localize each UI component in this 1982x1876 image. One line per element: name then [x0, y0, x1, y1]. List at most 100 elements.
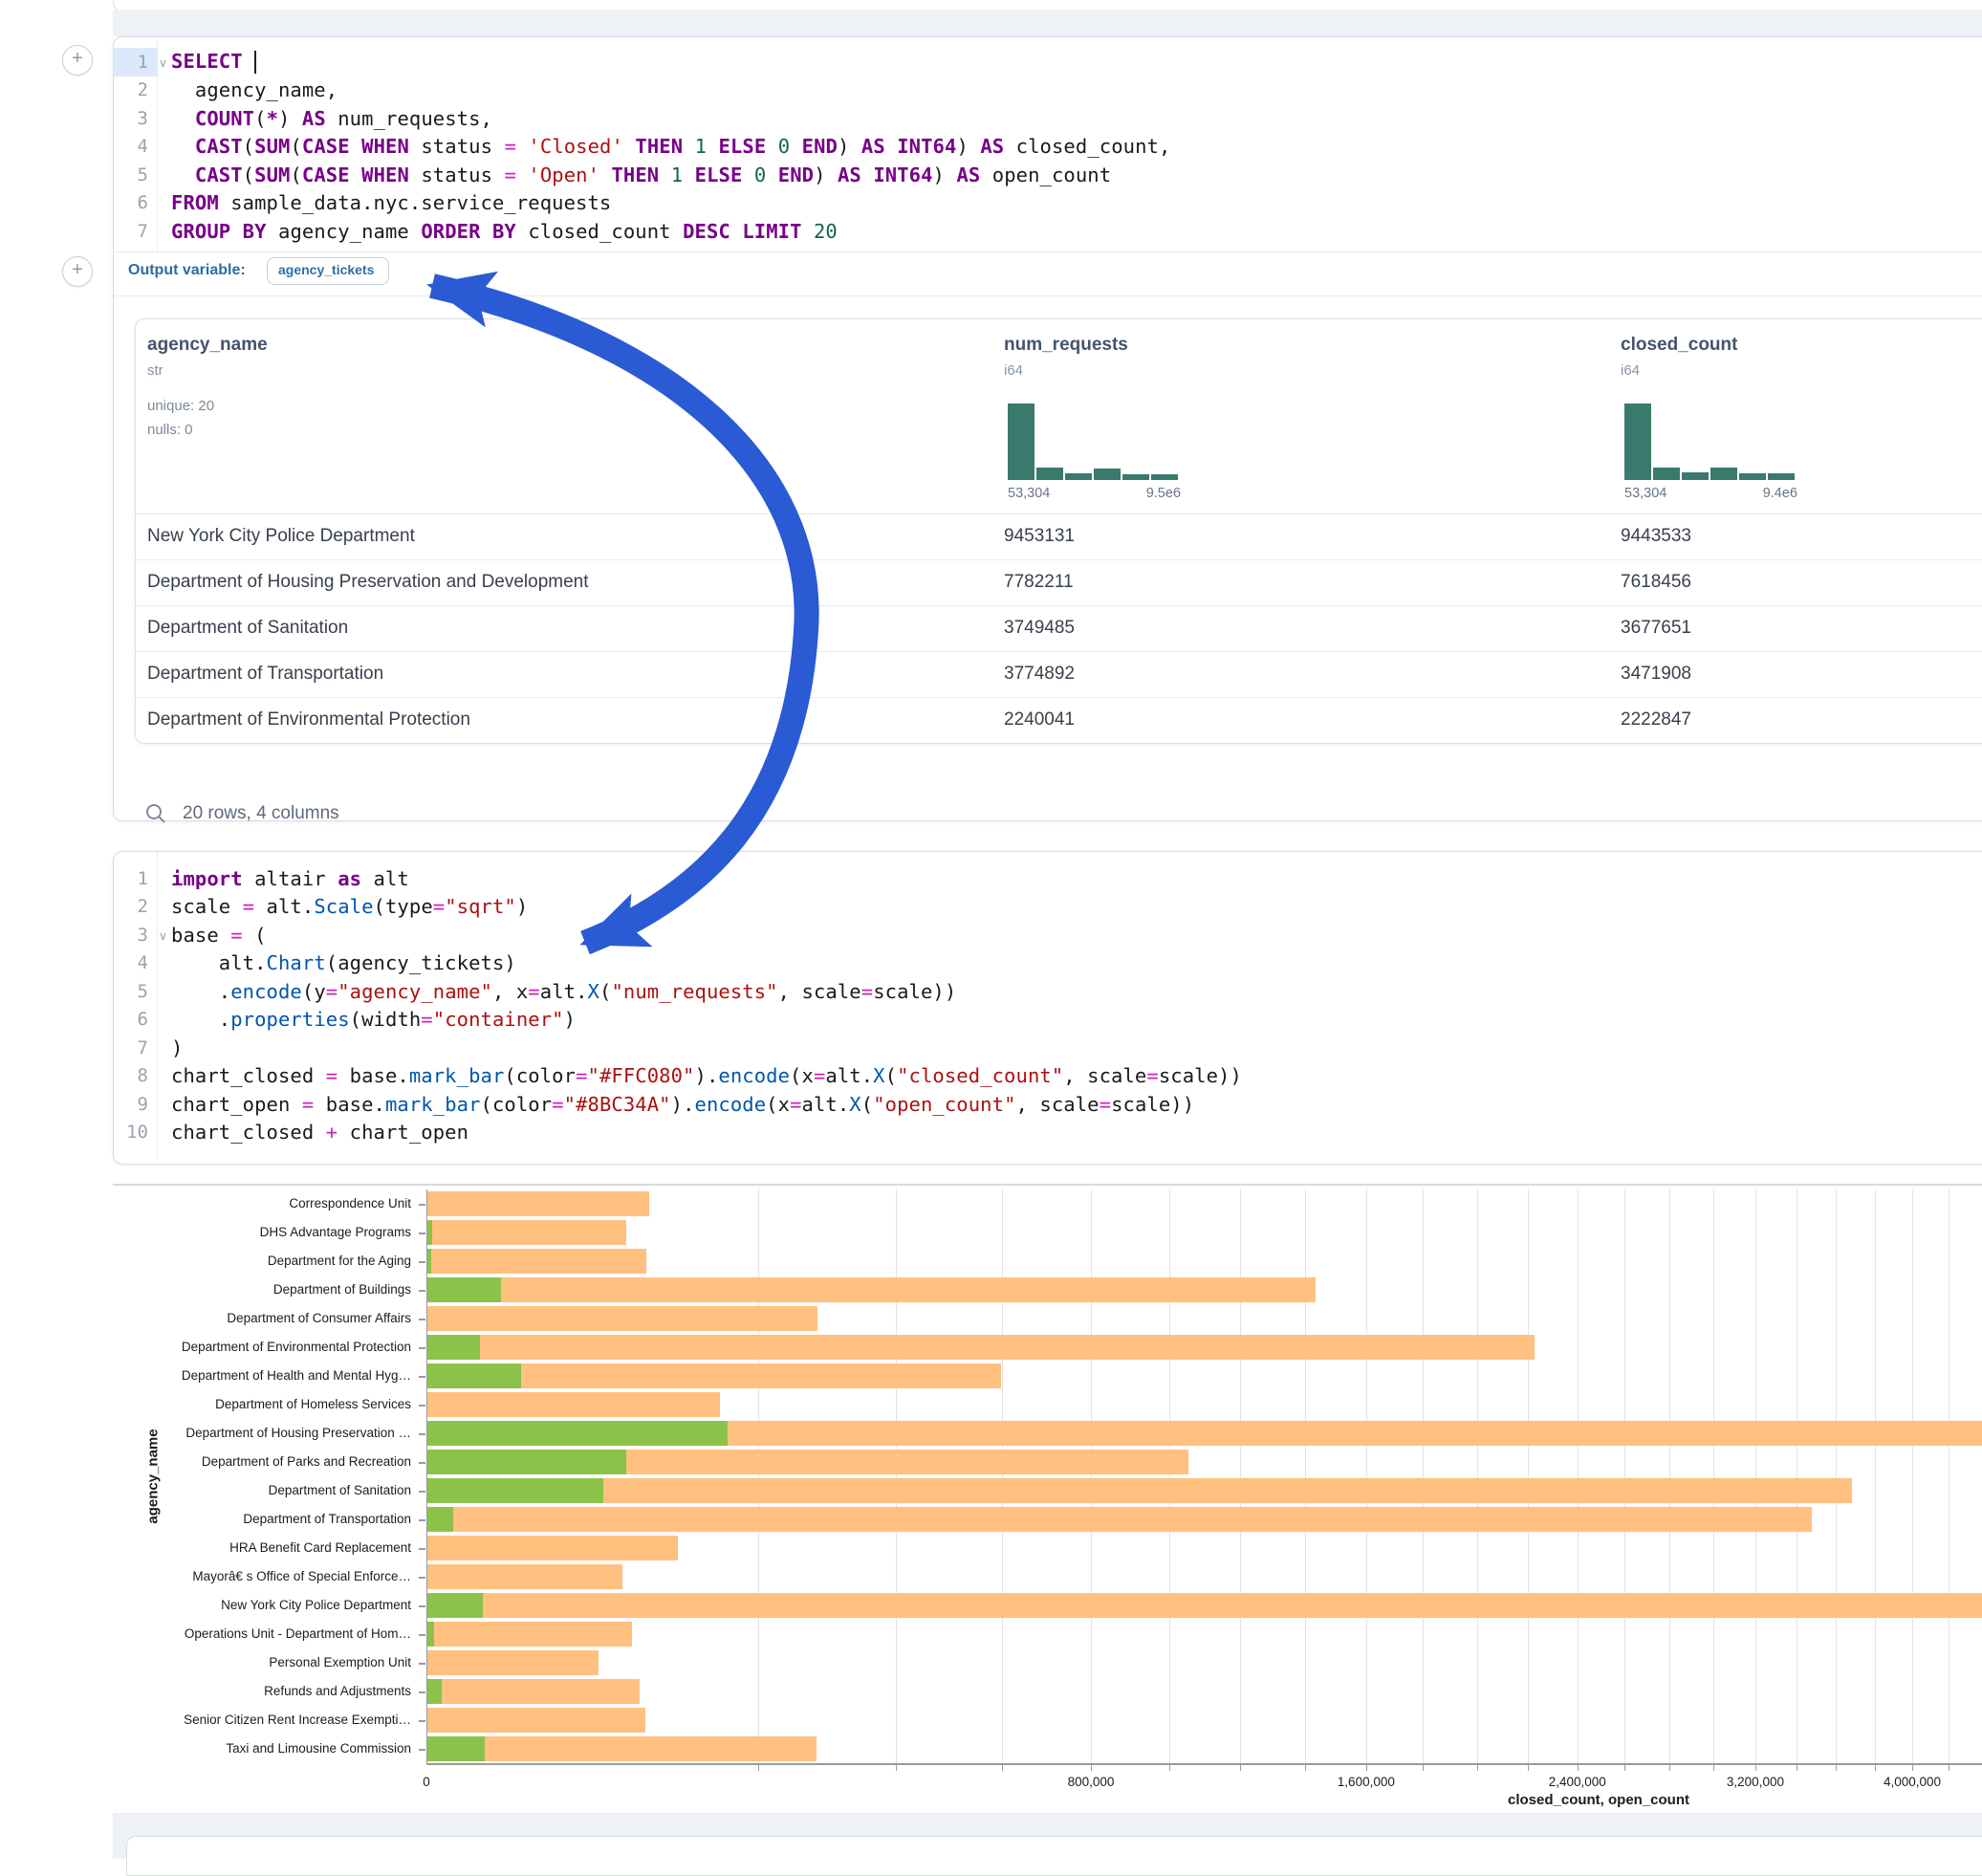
code-line[interactable]: 10chart_closed + chart_open [114, 1119, 1982, 1147]
row-column-count: 20 rows, 4 columns [183, 803, 339, 824]
code-line[interactable]: 7) [114, 1034, 1982, 1062]
code-line[interactable]: 2 agency_name, [114, 76, 1982, 105]
y-axis-tick [419, 1605, 425, 1607]
column-header[interactable]: closed_count [1621, 335, 1737, 356]
x-axis-tick-label: 2,400,000 [1501, 1775, 1654, 1789]
code-line[interactable]: 3 COUNT(*) AS num_requests, [114, 104, 1982, 133]
gridline [1305, 1189, 1306, 1763]
bar-closed [427, 1220, 626, 1245]
code-line[interactable]: 4 alt.Chart(agency_tickets) [114, 949, 1982, 978]
gridline [1528, 1189, 1529, 1763]
collapse-chevron-icon[interactable]: ∨ [159, 929, 167, 943]
search-icon[interactable] [144, 802, 167, 825]
bar-closed [427, 1736, 817, 1761]
table-cell: 3774892 [1004, 664, 1075, 685]
sql-cell[interactable]: 1∨SELECT 2 agency_name,3 COUNT(*) AS num… [113, 36, 1982, 821]
altair-bar-chart: closed_count, open_count agency_name 080… [0, 1189, 1982, 1813]
line-number: 4 [114, 133, 157, 162]
table-row: Department of Housing Preservation and D… [136, 559, 1982, 606]
bar-open [427, 1421, 728, 1446]
python-code-editor[interactable]: 1import altair as alt2scale = alt.Scale(… [114, 852, 1982, 1146]
y-axis-label: Operations Unit - Department of Hom… [0, 1620, 411, 1648]
y-axis-tick [419, 1663, 425, 1665]
bar-open [427, 1478, 603, 1503]
y-axis-line [426, 1189, 427, 1763]
y-axis-tick [419, 1319, 425, 1320]
cell-gap [113, 10, 1982, 36]
output-variable-row: Output variable: agency_tickets [114, 251, 1982, 295]
collapse-chevron-icon[interactable]: ∨ [159, 56, 167, 70]
code-line[interactable]: 7GROUP BY agency_name ORDER BY closed_co… [114, 217, 1982, 246]
x-axis-title: closed_count, open_count [1312, 1792, 1885, 1808]
code-line[interactable]: 6 .properties(width="container") [114, 1006, 1982, 1035]
column-header[interactable]: num_requests [1004, 335, 1128, 356]
table-cell: Department of Housing Preservation and D… [147, 572, 589, 593]
y-axis-label: Department of Buildings [0, 1276, 411, 1304]
gridline [1240, 1189, 1241, 1763]
bar-closed [427, 1708, 645, 1733]
bar-closed [427, 1306, 817, 1331]
code-line[interactable]: 1import altair as alt [114, 864, 1982, 893]
code-line[interactable]: 3∨base = ( [114, 921, 1982, 949]
text-cursor [254, 51, 256, 74]
code-line[interactable]: 1∨SELECT [114, 48, 1982, 76]
column-header[interactable]: agency_name [147, 335, 268, 356]
table-cell: New York City Police Department [147, 526, 415, 547]
gridline [1366, 1189, 1367, 1763]
x-axis-tick [1755, 1765, 1756, 1771]
y-axis-tick [419, 1261, 425, 1263]
x-axis-tick [1366, 1765, 1367, 1771]
add-cell-button[interactable]: + [62, 45, 93, 76]
bar-closed [427, 1622, 632, 1647]
y-axis-label: Department of Sanitation [0, 1476, 411, 1505]
x-axis-tick [1624, 1765, 1625, 1771]
add-cell-button[interactable]: + [62, 256, 93, 287]
line-number: 2 [114, 76, 157, 105]
y-axis-label: Correspondence Unit [0, 1189, 411, 1218]
x-axis-tick [1091, 1765, 1092, 1771]
gridline [1755, 1189, 1756, 1763]
y-axis-tick [419, 1691, 425, 1693]
output-divider [113, 1184, 1982, 1186]
y-axis-tick [419, 1232, 425, 1234]
line-number: 3 [114, 921, 157, 949]
histogram-min-label: 53,304 [1624, 486, 1666, 501]
bar-closed [427, 1564, 622, 1589]
table-row: New York City Police Department 9453131 94… [136, 513, 1982, 560]
y-axis-tick [419, 1749, 425, 1751]
code-line[interactable]: 5 CAST(SUM(CASE WHEN status = 'Open' THE… [114, 161, 1982, 189]
code-line[interactable]: 4 CAST(SUM(CASE WHEN status = 'Closed' T… [114, 133, 1982, 162]
python-cell[interactable]: 1import altair as alt2scale = alt.Scale(… [113, 851, 1982, 1165]
y-axis-label: HRA Benefit Card Replacement [0, 1534, 411, 1562]
y-axis-tick [419, 1720, 425, 1722]
line-number: 5 [114, 977, 157, 1006]
output-variable-label: Output variable: [128, 262, 246, 279]
sql-code-editor[interactable]: 1∨SELECT 2 agency_name,3 COUNT(*) AS num… [114, 37, 1982, 246]
table-footer-row[interactable]: 20 rows, 4 columns [135, 795, 339, 833]
x-axis-tick [758, 1765, 759, 1771]
table-cell: Department of Transportation [147, 664, 383, 685]
output-variable-name: agency_tickets [278, 262, 374, 277]
x-axis-tick [1713, 1765, 1714, 1771]
code-line[interactable]: 9chart_open = base.mark_bar(color="#8BC3… [114, 1090, 1982, 1119]
y-axis-label: Department of Consumer Affairs [0, 1304, 411, 1333]
next-cell-edge [126, 1836, 1982, 1876]
table-cell: 9443533 [1621, 526, 1691, 547]
code-line[interactable]: 8chart_closed = base.mark_bar(color="#FF… [114, 1062, 1982, 1091]
column-stat: unique: 20 [147, 398, 214, 414]
x-axis-tick-label: 0 [350, 1775, 503, 1789]
x-axis-tick [1875, 1765, 1876, 1771]
x-axis-tick [1002, 1765, 1003, 1771]
y-axis-tick [419, 1491, 425, 1493]
code-text: COUNT(*) AS num_requests, [171, 107, 492, 130]
output-variable-chip[interactable]: agency_tickets [267, 257, 389, 285]
x-axis-tick [1477, 1765, 1478, 1771]
code-line[interactable]: 2scale = alt.Scale(type="sqrt") [114, 893, 1982, 922]
code-line[interactable]: 5 .encode(y="agency_name", x=alt.X("num_… [114, 977, 1982, 1006]
dataframe-preview[interactable]: agency_namestrunique: 20nulls: 0num_requ… [135, 318, 1982, 744]
code-line[interactable]: 6FROM sample_data.nyc.service_requests [114, 189, 1982, 218]
y-axis-label: Department of Environmental Protection [0, 1333, 411, 1362]
code-text: .properties(width="container") [171, 1008, 576, 1031]
line-number: 9 [114, 1090, 157, 1119]
table-cell: 9453131 [1004, 526, 1075, 547]
